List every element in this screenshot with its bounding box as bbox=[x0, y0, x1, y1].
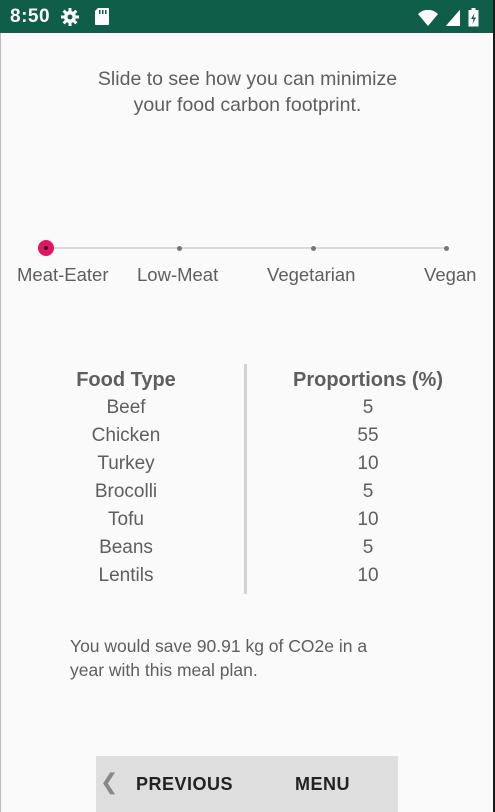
slider-label-vegan[interactable]: Vegan bbox=[424, 264, 476, 286]
slider-stop-vegetarian[interactable] bbox=[311, 246, 316, 251]
food-type-header: Food Type bbox=[76, 369, 176, 391]
proportion-cell: 10 bbox=[357, 565, 379, 586]
proportion-cell: 5 bbox=[362, 481, 374, 502]
slider-label-low-meat[interactable]: Low-Meat bbox=[137, 264, 218, 286]
food-type-cell: Beef bbox=[106, 397, 146, 418]
slider-stop-vegan[interactable] bbox=[444, 246, 449, 251]
gear-icon bbox=[60, 7, 80, 31]
food-type-cell: Chicken bbox=[91, 425, 161, 446]
status-left-icons bbox=[60, 7, 110, 31]
food-type-cell: Turkey bbox=[97, 453, 155, 474]
savings-line-1: You would save 90.91 kg of CO2e in a bbox=[70, 636, 368, 656]
previous-button[interactable]: PREVIOUS bbox=[136, 756, 233, 812]
food-type-cell: Lentils bbox=[98, 565, 154, 586]
proportion-cell: 5 bbox=[362, 537, 374, 558]
diet-slider-thumb[interactable] bbox=[38, 240, 54, 256]
slider-label-vegetarian[interactable]: Vegetarian bbox=[267, 264, 355, 286]
savings-message: You would save 90.91 kg of CO2e in a yea… bbox=[70, 634, 430, 682]
sd-card-icon bbox=[94, 7, 110, 31]
battery-icon bbox=[468, 8, 479, 31]
proportions-header: Proportions (%) bbox=[293, 369, 443, 391]
slider-stop-low-meat[interactable] bbox=[177, 246, 182, 251]
proportion-cell: 55 bbox=[357, 425, 379, 446]
chevron-left-icon[interactable]: ❮ bbox=[100, 756, 118, 812]
table-divider bbox=[244, 364, 247, 594]
slider-thumb-center bbox=[44, 246, 48, 250]
wifi-icon bbox=[418, 9, 438, 30]
signal-icon bbox=[445, 8, 461, 30]
status-bar: 8:50 bbox=[0, 0, 495, 33]
proportion-cell: 10 bbox=[357, 453, 379, 474]
headline-line-2: your food carbon footprint. bbox=[133, 94, 362, 116]
food-type-cell: Beans bbox=[99, 537, 153, 558]
food-type-cell: Tofu bbox=[108, 509, 144, 530]
bottom-nav-bar: ❮ PREVIOUS MENU bbox=[96, 756, 398, 812]
proportion-cell: 5 bbox=[362, 397, 374, 418]
headline-line-1: Slide to see how you can minimize bbox=[97, 68, 398, 90]
status-right-icons bbox=[418, 8, 479, 31]
slider-label-meat-eater[interactable]: Meat-Eater bbox=[17, 264, 109, 286]
proportions-column: Proportions (%) 5 55 10 5 10 5 10 bbox=[278, 366, 458, 590]
diet-slider-track[interactable] bbox=[46, 247, 446, 249]
food-type-cell: Brocolli bbox=[94, 481, 158, 502]
headline: Slide to see how you can minimize your f… bbox=[0, 66, 495, 118]
screen-edge-left bbox=[0, 0, 1, 812]
food-type-column: Food Type Beef Chicken Turkey Brocolli T… bbox=[56, 366, 196, 590]
menu-button[interactable]: MENU bbox=[295, 756, 350, 812]
status-time: 8:50 bbox=[10, 6, 51, 27]
proportion-cell: 10 bbox=[357, 509, 379, 530]
savings-line-2: year with this meal plan. bbox=[70, 660, 258, 680]
